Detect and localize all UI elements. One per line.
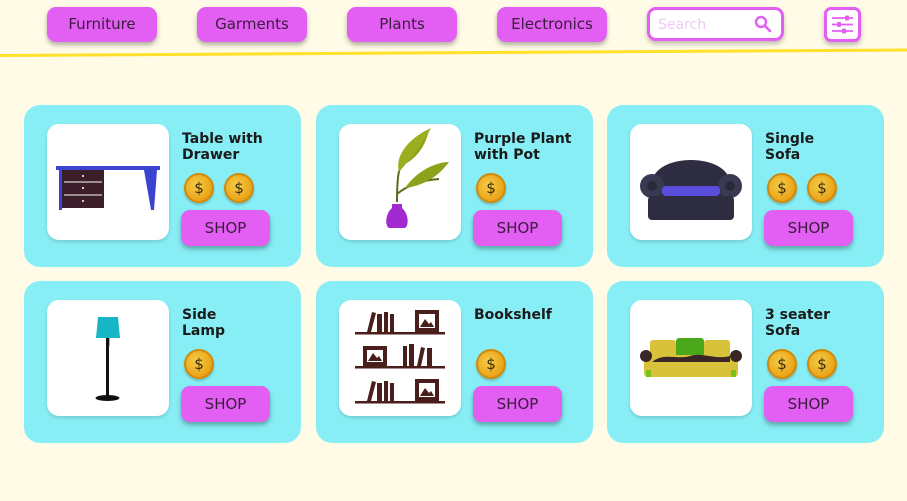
- product-image: [339, 300, 461, 416]
- shop-button[interactable]: SHOP: [473, 386, 562, 422]
- coin-icon: $: [767, 173, 797, 203]
- product-name: Single Sofa: [765, 131, 815, 163]
- coin-icon: $: [767, 349, 797, 379]
- category-plants-button[interactable]: Plants: [347, 7, 457, 42]
- category-furniture-button[interactable]: Furniture: [47, 7, 157, 42]
- sofa-icon: [640, 338, 742, 377]
- bookshelf-icon: [355, 310, 445, 404]
- shop-button[interactable]: SHOP: [764, 386, 853, 422]
- product-card-bookshelf: Bookshelf $ SHOP: [316, 281, 593, 443]
- search-icon[interactable]: [754, 15, 772, 33]
- search-input[interactable]: [658, 14, 754, 36]
- armchair-icon: [640, 160, 742, 220]
- shop-button[interactable]: SHOP: [181, 210, 270, 246]
- coin-icon: $: [184, 349, 214, 379]
- product-name: Bookshelf: [474, 307, 552, 323]
- product-image: [630, 124, 752, 240]
- plant-icon: [386, 128, 449, 228]
- search-box: [647, 7, 784, 41]
- header-divider: [0, 48, 907, 57]
- product-card-table: Table with Drawer $ $ SHOP: [24, 105, 301, 267]
- product-card-three-seater: 3 seater Sofa $ $ SHOP: [607, 281, 884, 443]
- coin-icon: $: [807, 349, 837, 379]
- product-name: Purple Plant with Pot: [474, 131, 572, 163]
- product-image: [630, 300, 752, 416]
- product-image: [47, 124, 169, 240]
- coin-icon: $: [476, 349, 506, 379]
- coin-icon: $: [224, 173, 254, 203]
- product-image: [339, 124, 461, 240]
- lamp-icon: [95, 317, 120, 401]
- shop-button[interactable]: SHOP: [181, 386, 270, 422]
- shop-button[interactable]: SHOP: [764, 210, 853, 246]
- product-name: 3 seater Sofa: [765, 307, 830, 339]
- category-electronics-button[interactable]: Electronics: [497, 7, 607, 42]
- shop-button[interactable]: SHOP: [473, 210, 562, 246]
- desk-icon: [56, 166, 160, 210]
- product-card-lamp: Side Lamp $ SHOP: [24, 281, 301, 443]
- product-name: Table with Drawer: [182, 131, 263, 163]
- coin-icon: $: [184, 173, 214, 203]
- category-garments-button[interactable]: Garments: [197, 7, 307, 42]
- product-image: [47, 300, 169, 416]
- coin-icon: $: [476, 173, 506, 203]
- product-card-single-sofa: Single Sofa $ $ SHOP: [607, 105, 884, 267]
- product-name: Side Lamp: [182, 307, 225, 339]
- sliders-icon: [832, 15, 853, 34]
- product-card-plant: Purple Plant with Pot $ SHOP: [316, 105, 593, 267]
- coin-icon: $: [807, 173, 837, 203]
- filter-button[interactable]: [824, 7, 861, 42]
